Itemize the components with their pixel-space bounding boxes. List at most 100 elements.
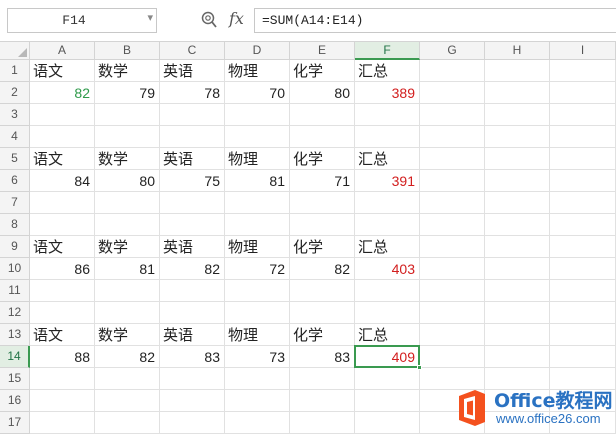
cell-e14[interactable]: 83 xyxy=(290,346,355,368)
cell-h14[interactable] xyxy=(485,346,550,368)
cell-i3[interactable] xyxy=(550,104,616,126)
cell-g6[interactable] xyxy=(420,170,485,192)
cell-f17[interactable] xyxy=(355,412,420,434)
cell-f2[interactable]: 389 xyxy=(355,82,420,104)
cell-i10[interactable] xyxy=(550,258,616,280)
row-header-9[interactable]: 9 xyxy=(0,236,30,258)
cell-e6[interactable]: 71 xyxy=(290,170,355,192)
cell-d8[interactable] xyxy=(225,214,290,236)
cell-b3[interactable] xyxy=(95,104,160,126)
name-box[interactable]: F14 ▾ xyxy=(7,8,157,33)
cell-a16[interactable] xyxy=(30,390,95,412)
cell-i9[interactable] xyxy=(550,236,616,258)
cell-c4[interactable] xyxy=(160,126,225,148)
cell-e4[interactable] xyxy=(290,126,355,148)
cell-e5[interactable]: 化学 xyxy=(290,148,355,170)
cell-g3[interactable] xyxy=(420,104,485,126)
cell-d3[interactable] xyxy=(225,104,290,126)
cell-c15[interactable] xyxy=(160,368,225,390)
cell-c5[interactable]: 英语 xyxy=(160,148,225,170)
cell-e1[interactable]: 化学 xyxy=(290,60,355,82)
cell-c8[interactable] xyxy=(160,214,225,236)
cell-e10[interactable]: 82 xyxy=(290,258,355,280)
cell-i7[interactable] xyxy=(550,192,616,214)
cell-h7[interactable] xyxy=(485,192,550,214)
cell-d9[interactable]: 物理 xyxy=(225,236,290,258)
cell-g12[interactable] xyxy=(420,302,485,324)
cell-d5[interactable]: 物理 xyxy=(225,148,290,170)
cell-c14[interactable]: 83 xyxy=(160,346,225,368)
row-header-16[interactable]: 16 xyxy=(0,390,30,412)
cell-b7[interactable] xyxy=(95,192,160,214)
cell-e12[interactable] xyxy=(290,302,355,324)
cell-i8[interactable] xyxy=(550,214,616,236)
column-header-d[interactable]: D xyxy=(225,42,290,60)
cell-a6[interactable]: 84 xyxy=(30,170,95,192)
cell-d16[interactable] xyxy=(225,390,290,412)
cell-a10[interactable]: 86 xyxy=(30,258,95,280)
cell-c1[interactable]: 英语 xyxy=(160,60,225,82)
cell-d1[interactable]: 物理 xyxy=(225,60,290,82)
cell-a14[interactable]: 88 xyxy=(30,346,95,368)
cell-h6[interactable] xyxy=(485,170,550,192)
cell-i4[interactable] xyxy=(550,126,616,148)
cell-g14[interactable] xyxy=(420,346,485,368)
cell-c3[interactable] xyxy=(160,104,225,126)
cell-c7[interactable] xyxy=(160,192,225,214)
cell-h11[interactable] xyxy=(485,280,550,302)
row-header-5[interactable]: 5 xyxy=(0,148,30,170)
cell-f7[interactable] xyxy=(355,192,420,214)
row-header-14[interactable]: 14 xyxy=(0,346,30,368)
cell-d7[interactable] xyxy=(225,192,290,214)
cell-b15[interactable] xyxy=(95,368,160,390)
cell-g8[interactable] xyxy=(420,214,485,236)
cell-c9[interactable]: 英语 xyxy=(160,236,225,258)
row-header-7[interactable]: 7 xyxy=(0,192,30,214)
cell-i2[interactable] xyxy=(550,82,616,104)
cell-f10[interactable]: 403 xyxy=(355,258,420,280)
cell-c17[interactable] xyxy=(160,412,225,434)
cell-d4[interactable] xyxy=(225,126,290,148)
column-header-f[interactable]: F xyxy=(355,42,420,60)
cell-a9[interactable]: 语文 xyxy=(30,236,95,258)
cell-g1[interactable] xyxy=(420,60,485,82)
row-header-13[interactable]: 13 xyxy=(0,324,30,346)
cell-e7[interactable] xyxy=(290,192,355,214)
column-header-b[interactable]: B xyxy=(95,42,160,60)
row-header-6[interactable]: 6 xyxy=(0,170,30,192)
fx-icon[interactable]: fx xyxy=(229,9,244,28)
cell-d13[interactable]: 物理 xyxy=(225,324,290,346)
cell-a8[interactable] xyxy=(30,214,95,236)
cell-e16[interactable] xyxy=(290,390,355,412)
column-header-c[interactable]: C xyxy=(160,42,225,60)
cell-d6[interactable]: 81 xyxy=(225,170,290,192)
cell-i13[interactable] xyxy=(550,324,616,346)
cell-c10[interactable]: 82 xyxy=(160,258,225,280)
cell-h8[interactable] xyxy=(485,214,550,236)
cell-a17[interactable] xyxy=(30,412,95,434)
cell-b16[interactable] xyxy=(95,390,160,412)
cell-g5[interactable] xyxy=(420,148,485,170)
cell-g13[interactable] xyxy=(420,324,485,346)
cell-b14[interactable]: 82 xyxy=(95,346,160,368)
column-header-e[interactable]: E xyxy=(290,42,355,60)
row-header-4[interactable]: 4 xyxy=(0,126,30,148)
cell-a12[interactable] xyxy=(30,302,95,324)
cell-f16[interactable] xyxy=(355,390,420,412)
cell-g2[interactable] xyxy=(420,82,485,104)
cell-b5[interactable]: 数学 xyxy=(95,148,160,170)
cell-e2[interactable]: 80 xyxy=(290,82,355,104)
cell-i14[interactable] xyxy=(550,346,616,368)
cell-b17[interactable] xyxy=(95,412,160,434)
cell-c16[interactable] xyxy=(160,390,225,412)
cell-h9[interactable] xyxy=(485,236,550,258)
cell-d17[interactable] xyxy=(225,412,290,434)
cell-f4[interactable] xyxy=(355,126,420,148)
cell-h12[interactable] xyxy=(485,302,550,324)
row-header-12[interactable]: 12 xyxy=(0,302,30,324)
cell-g10[interactable] xyxy=(420,258,485,280)
row-header-2[interactable]: 2 xyxy=(0,82,30,104)
cell-g7[interactable] xyxy=(420,192,485,214)
cell-f5[interactable]: 汇总 xyxy=(355,148,420,170)
cell-f15[interactable] xyxy=(355,368,420,390)
